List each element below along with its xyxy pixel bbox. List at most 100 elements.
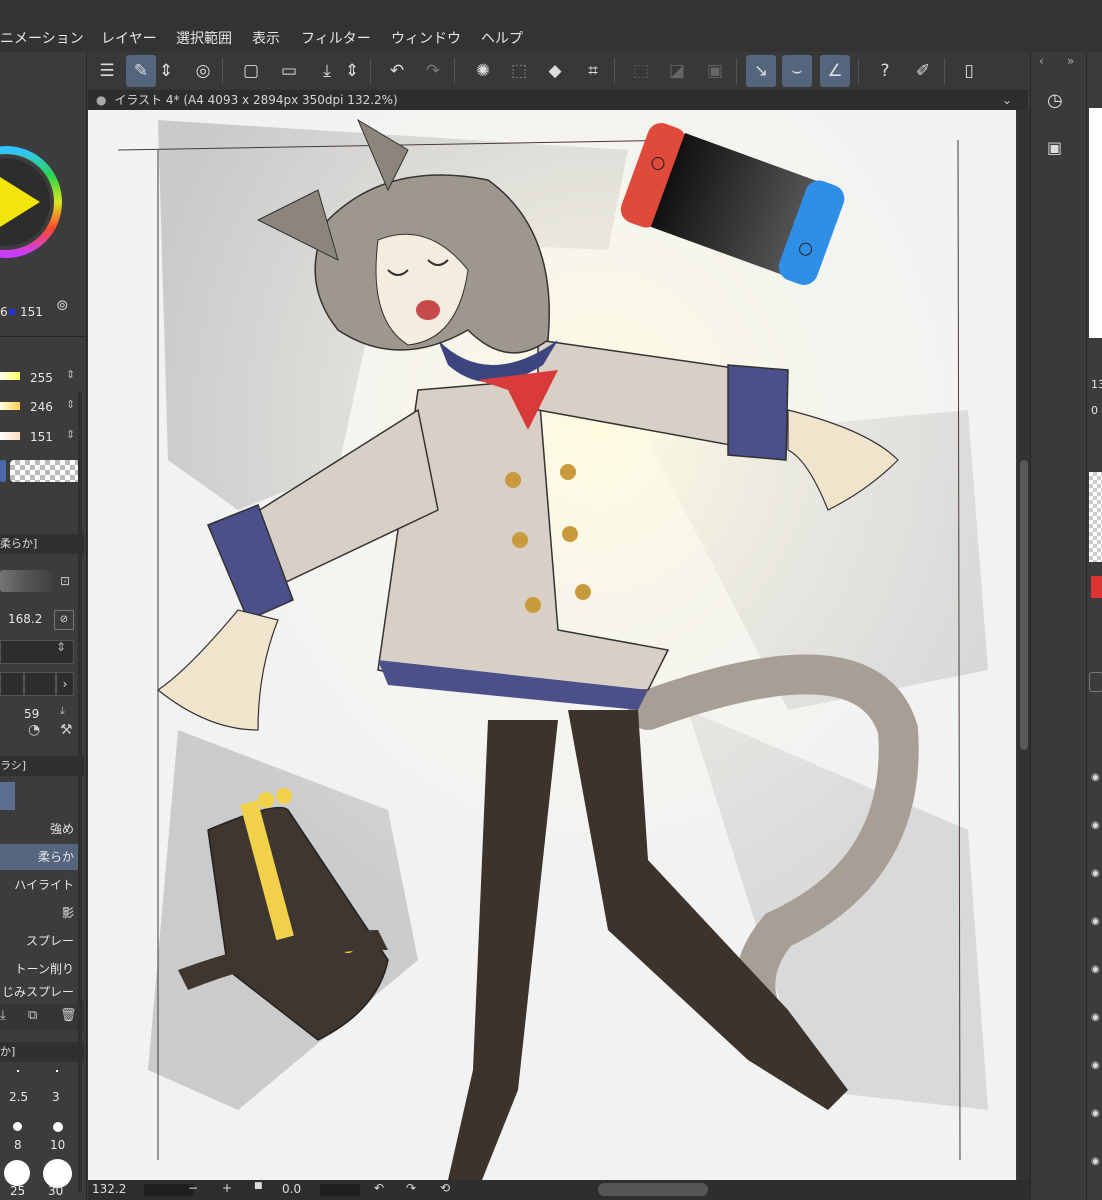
selection-icon[interactable]: ⬚ <box>504 55 534 87</box>
chevron-right-icon[interactable]: › <box>56 672 74 696</box>
brush-size-option-4[interactable]: 10 <box>50 1138 65 1152</box>
transform-icon[interactable]: ⌗ <box>578 55 608 87</box>
clear-selection-icon[interactable]: ⬚ <box>626 55 656 87</box>
menu-animation[interactable]: ニメーション <box>0 28 84 48</box>
ruler-snap-icon[interactable]: ↘ <box>746 55 776 87</box>
canvas-vertical-scrollbar[interactable] <box>1018 110 1030 1180</box>
brush-size-option-6[interactable]: 30 <box>48 1184 63 1198</box>
transparent-swatch[interactable] <box>10 460 82 482</box>
menu-filter[interactable]: フィルター <box>301 28 371 48</box>
rotate-left-icon[interactable]: ↶ <box>374 1181 384 1195</box>
edit-icon[interactable]: ✐ <box>908 55 938 87</box>
color-mode-icon[interactable]: ⊚ <box>56 296 69 314</box>
open-folder-icon[interactable]: ▭ <box>274 55 304 87</box>
spiral-icon[interactable]: ◎ <box>188 55 218 87</box>
sub-tool-group-tab[interactable] <box>0 782 15 810</box>
brush-size-option-5[interactable]: 25 <box>10 1184 25 1198</box>
layer-thumbnail[interactable] <box>1089 472 1102 562</box>
brush-size-option-2[interactable]: 3 <box>52 1090 60 1104</box>
eye-icon-5[interactable]: ◉ <box>1091 964 1100 975</box>
zoom-in-icon[interactable]: + <box>222 1181 232 1195</box>
brush-shadow[interactable]: 影 <box>0 900 78 926</box>
brush-size-option-1[interactable]: 2.5 <box>9 1090 28 1104</box>
eye-icon-7[interactable]: ◉ <box>1091 1060 1100 1071</box>
chevron-down-icon[interactable]: ⇕ <box>56 640 66 654</box>
rotation-value[interactable]: 0.0 <box>282 1182 301 1196</box>
stepper-r-icon[interactable]: ⇕ <box>66 368 75 381</box>
collapse-left-icon[interactable]: ‹ <box>1039 54 1044 68</box>
layer-toggle[interactable] <box>1089 672 1102 692</box>
stepper-b-icon[interactable]: ⇕ <box>66 428 75 441</box>
eye-icon-4[interactable]: ◉ <box>1091 916 1100 927</box>
right-value-1: 13 <box>1091 378 1102 391</box>
menu-selection[interactable]: 選択範囲 <box>176 28 232 48</box>
navigator-icon[interactable]: ◷ <box>1047 90 1063 111</box>
slider-g[interactable] <box>0 402 20 410</box>
brush-strong[interactable]: 強め <box>0 816 78 842</box>
duplicate-icon[interactable]: ⧉ <box>28 1008 37 1023</box>
brush-highlight[interactable]: ハイライト <box>0 872 78 898</box>
zoom-out-icon[interactable]: − <box>188 1181 198 1195</box>
brush-spray[interactable]: スプレー <box>0 928 78 954</box>
zoom-value[interactable]: 132.2 <box>92 1182 126 1196</box>
canvas[interactable] <box>88 110 1016 1180</box>
help-icon[interactable]: ? <box>870 55 900 87</box>
brush-size-option-3[interactable]: 8 <box>14 1138 22 1152</box>
undo-icon[interactable]: ↶ <box>382 55 412 87</box>
preview-icon[interactable]: ▣ <box>1047 138 1062 157</box>
slider-r[interactable] <box>0 372 20 380</box>
brush-snap-icon[interactable]: ⌣ <box>782 55 812 87</box>
chevron-updown-icon[interactable]: ⇕ <box>158 55 174 87</box>
eye-icon-3[interactable]: ◉ <box>1091 868 1100 879</box>
fit-icon[interactable]: ■ <box>254 1181 263 1191</box>
reset-rotation-icon[interactable]: ⟲ <box>440 1181 450 1195</box>
menu-view[interactable]: 表示 <box>252 28 280 48</box>
save-icon[interactable]: ⤓ <box>312 55 342 87</box>
color-chip[interactable] <box>1091 576 1102 598</box>
brush-blot-spray[interactable]: じみスプレー <box>0 984 78 1000</box>
size-link-icon[interactable]: ⊘ <box>54 610 74 630</box>
rotate-right-icon[interactable]: ↷ <box>406 1181 416 1195</box>
new-file-icon[interactable]: ▢ <box>236 55 266 87</box>
shrink-selection-icon[interactable]: ▣ <box>700 55 730 87</box>
blue-indicator <box>9 309 15 315</box>
stepper-g-icon[interactable]: ⇕ <box>66 398 75 411</box>
slider-b[interactable] <box>0 432 20 440</box>
edit-tool-icon[interactable]: ✎ <box>126 55 156 87</box>
wrench-icon[interactable]: ⚒ <box>60 722 73 738</box>
eye-icon-8[interactable]: ◉ <box>1091 1108 1100 1119</box>
zoom-slider[interactable] <box>144 1184 194 1196</box>
eye-icon-9[interactable]: ◉ <box>1091 1156 1100 1167</box>
eye-icon-6[interactable]: ◉ <box>1091 1012 1100 1023</box>
download-icon[interactable]: ⤓ <box>60 704 65 718</box>
document-tab[interactable]: ● イラスト 4* (A4 4093 x 2894px 350dpi 132.2… <box>88 90 1028 110</box>
scroll-thumb[interactable] <box>1020 460 1028 750</box>
phone-icon[interactable]: ▯ <box>954 55 984 87</box>
invert-selection-icon[interactable]: ◪ <box>662 55 692 87</box>
brush-tone-scrape[interactable]: トーン削り <box>0 956 78 982</box>
chevron-updown-icon-2[interactable]: ⇕ <box>344 55 360 87</box>
horizontal-scrollbar[interactable] <box>598 1183 708 1196</box>
loading-icon[interactable]: ✺ <box>468 55 498 87</box>
fill-icon[interactable]: ◆ <box>540 55 570 87</box>
redo-icon[interactable]: ↷ <box>418 55 448 87</box>
option-box-1[interactable] <box>0 672 24 696</box>
menu-help[interactable]: ヘルプ <box>481 28 523 48</box>
brush-soft[interactable]: 柔らか <box>0 844 78 870</box>
import-icon[interactable]: ⤓ <box>0 1008 6 1023</box>
menu-window[interactable]: ウィンドウ <box>391 28 461 48</box>
color-wheel[interactable] <box>0 112 62 292</box>
chevron-down-icon-tab[interactable]: ⌄ <box>1002 90 1012 110</box>
menu-icon[interactable]: ☰ <box>92 55 122 87</box>
pen-snap-icon[interactable]: ∠ <box>820 55 850 87</box>
timer-icon[interactable]: ◔ <box>28 722 40 738</box>
lock-icon[interactable]: ⊡ <box>60 574 70 588</box>
rotation-slider[interactable] <box>320 1184 360 1196</box>
option-box-2[interactable] <box>24 672 56 696</box>
menu-layer[interactable]: レイヤー <box>101 28 157 48</box>
eye-icon[interactable]: ◉ <box>1091 772 1100 783</box>
trash-icon[interactable]: 🗑 <box>60 1008 77 1023</box>
eye-icon-2[interactable]: ◉ <box>1091 820 1100 831</box>
main-color-swatch[interactable] <box>0 460 6 482</box>
expand-right-icon[interactable]: » <box>1067 54 1074 68</box>
